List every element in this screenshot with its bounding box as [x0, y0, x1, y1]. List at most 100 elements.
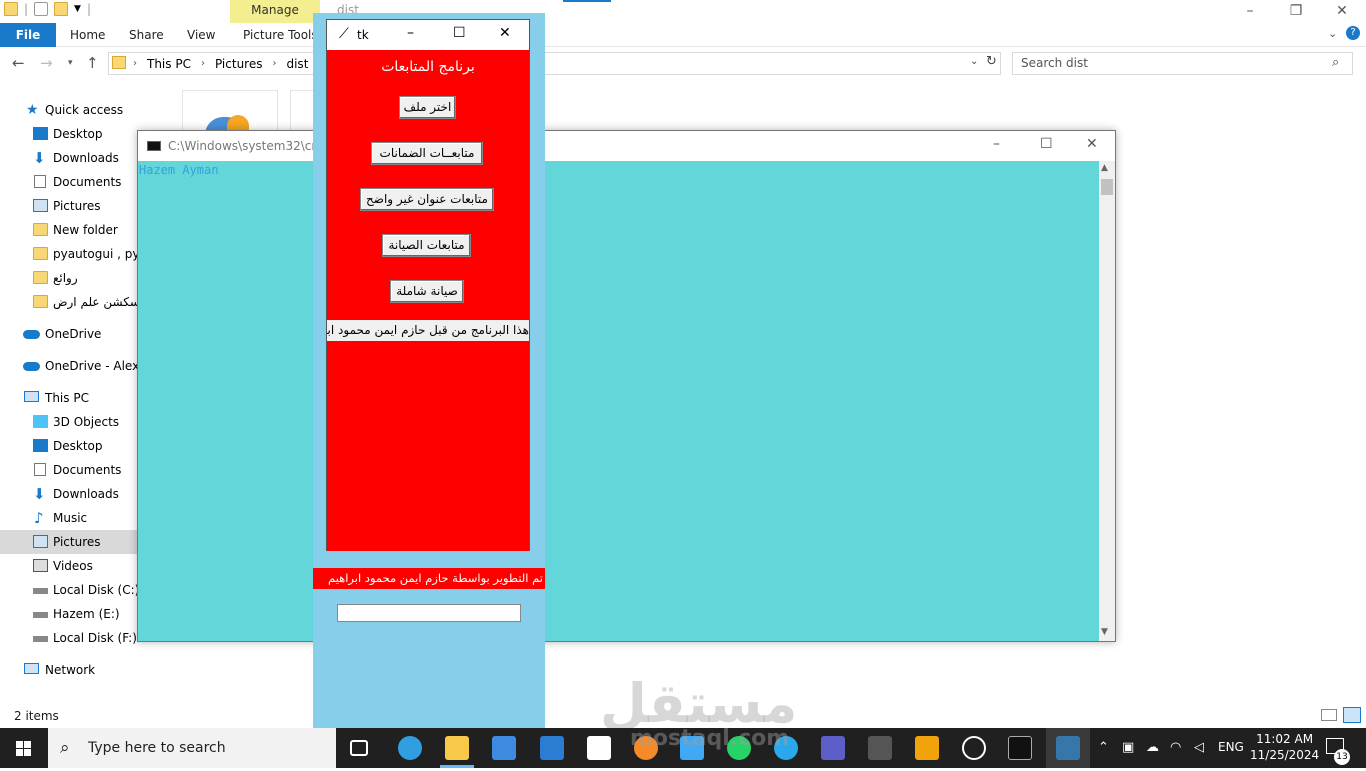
scroll-down-icon[interactable]: ▼ — [1101, 627, 1108, 637]
credit-label: هذا البرنامج من قبل حازم ايمن محمود ابرا… — [327, 320, 529, 341]
camera-icon[interactable]: ▣ — [1122, 740, 1134, 755]
details-view-icon[interactable] — [1321, 709, 1337, 721]
cmd-scrollbar[interactable]: ▲ ▼ — [1099, 161, 1115, 641]
tab-picture-tools[interactable]: Picture Tools — [243, 23, 318, 47]
qat-dropdown-icon[interactable]: ▼ — [74, 4, 81, 14]
clock-date: 11/25/2024 — [1250, 748, 1320, 762]
volume-icon[interactable]: ◁ — [1194, 740, 1204, 755]
cmd-output: Hazem Ayman — [139, 163, 219, 177]
folder-icon — [4, 2, 18, 16]
address-dropdown-icon[interactable]: ⌄ — [970, 56, 978, 67]
tk-body: برنامج المتابعات اختر ملف متابعــات الضم… — [327, 50, 529, 551]
desktop-icon — [33, 439, 48, 452]
warranty-followup-button[interactable]: متابعــات الضمانات — [371, 142, 483, 165]
nav-network[interactable]: Network — [0, 658, 162, 682]
task-view-icon[interactable] — [350, 740, 368, 756]
nav-label: Documents — [53, 463, 122, 477]
tab-share[interactable]: Share — [129, 23, 164, 47]
cmd-close-button[interactable]: ✕ — [1086, 136, 1098, 152]
cmd-window[interactable]: C:\Windows\system32\cmd – ☐ ✕ Hazem Ayma… — [137, 130, 1116, 642]
ribbon-expand-icon[interactable]: ⌄ — [1328, 27, 1337, 40]
app-icon[interactable] — [868, 736, 892, 760]
tk-titlebar[interactable]: ⟋ tk – ☐ ✕ — [327, 20, 529, 50]
nav-label: Pictures — [53, 199, 101, 213]
search-input[interactable]: Search dist — [1012, 52, 1353, 75]
tk-close-button[interactable]: ✕ — [499, 25, 511, 41]
unclear-address-button[interactable]: متابعات عنوان غير واضح — [360, 188, 494, 211]
close-button[interactable]: ✕ — [1319, 0, 1365, 23]
tray-overflow-icon[interactable]: ⌃ — [1098, 740, 1109, 755]
file-explorer-icon[interactable] — [445, 736, 469, 760]
nav-label: Quick access — [45, 103, 124, 117]
file-thumbnail[interactable] — [182, 90, 278, 135]
music-icon: ♪ — [34, 509, 44, 527]
breadcrumb-dist[interactable]: dist — [286, 57, 308, 71]
nav-label: This PC — [45, 391, 89, 405]
file-thumbnail[interactable] — [290, 90, 314, 134]
cmd-console[interactable] — [138, 161, 1099, 641]
large-icons-view-icon[interactable] — [1343, 707, 1361, 723]
new-folder-icon[interactable] — [54, 2, 69, 16]
maintenance-followup-button[interactable]: متابعات الصيانة — [382, 234, 471, 257]
store-icon[interactable] — [492, 736, 516, 760]
manage-tab[interactable]: Manage — [230, 0, 320, 23]
tk-minimize-button[interactable]: – — [407, 25, 414, 41]
onedrive-icon[interactable]: ☁ — [1146, 740, 1159, 755]
clock[interactable]: 11:02 AM 11/25/2024 — [1250, 731, 1319, 763]
download-icon: ⬇ — [33, 149, 46, 167]
documents-icon — [34, 175, 46, 188]
search-icon[interactable]: ⌕ — [1332, 55, 1339, 70]
media-player-icon[interactable] — [962, 736, 986, 760]
watermark-latin: mostaql.com — [630, 726, 790, 751]
forward-icon[interactable]: → — [40, 54, 53, 72]
wifi-icon[interactable]: ◠ — [1170, 740, 1181, 755]
app-icon[interactable] — [915, 736, 939, 760]
minimize-button[interactable]: – — [1227, 0, 1273, 23]
tk-window[interactable]: ⟋ tk – ☐ ✕ برنامج المتابعات اختر ملف متا… — [326, 19, 530, 551]
back-icon[interactable]: ← — [12, 54, 25, 72]
teams-icon[interactable] — [821, 736, 845, 760]
tab-home[interactable]: Home — [70, 23, 105, 47]
edge-icon[interactable] — [398, 736, 422, 760]
breadcrumb-pictures[interactable]: Pictures — [215, 57, 263, 71]
tk-title: tk — [357, 28, 369, 42]
language-indicator[interactable]: ENG — [1218, 740, 1244, 754]
videos-icon — [33, 559, 48, 572]
python-icon[interactable] — [1056, 736, 1080, 760]
nav-label: Pictures — [53, 535, 101, 549]
scroll-thumb[interactable] — [1101, 179, 1113, 195]
cmd-titlebar[interactable]: C:\Windows\system32\cmd – ☐ ✕ — [138, 131, 1115, 161]
address-bar[interactable]: › This PC › Pictures › dist › — [108, 52, 1001, 75]
notification-badge: 13 — [1334, 749, 1350, 765]
breadcrumb-this-pc[interactable]: This PC — [147, 57, 191, 71]
app-icon[interactable] — [587, 736, 611, 760]
full-maintenance-button[interactable]: صيانة شاملة — [390, 280, 464, 303]
nav-quick-access[interactable]: ★ Quick access — [0, 98, 162, 122]
nav-label: Desktop — [53, 439, 103, 453]
taskbar-search[interactable]: Type here to search — [48, 728, 336, 768]
console-icon — [147, 141, 161, 151]
text-entry[interactable] — [337, 604, 521, 622]
start-button[interactable] — [0, 728, 48, 768]
pictures-icon — [33, 199, 48, 212]
choose-file-button[interactable]: اختر ملف — [399, 96, 456, 119]
up-icon[interactable]: ↑ — [86, 54, 99, 72]
drive-icon — [33, 588, 48, 594]
scroll-up-icon[interactable]: ▲ — [1101, 163, 1108, 173]
tk-maximize-button[interactable]: ☐ — [453, 25, 466, 41]
drive-icon — [33, 636, 48, 642]
refresh-icon[interactable]: ↻ — [986, 54, 997, 69]
help-icon[interactable]: ? — [1346, 26, 1360, 40]
cmd-taskbar-icon[interactable] — [1008, 736, 1032, 760]
properties-icon[interactable] — [34, 2, 49, 16]
nav-label: OneDrive — [45, 327, 102, 341]
tab-file[interactable]: File — [0, 23, 56, 47]
cloud-icon — [23, 362, 40, 371]
tab-view[interactable]: View — [187, 23, 215, 47]
pictures-icon — [33, 535, 48, 548]
cmd-minimize-button[interactable]: – — [993, 136, 1000, 152]
maximize-button[interactable]: ❐ — [1273, 0, 1319, 23]
cmd-maximize-button[interactable]: ☐ — [1040, 136, 1053, 152]
mail-icon[interactable] — [540, 736, 564, 760]
recent-locations-icon[interactable]: ▾ — [68, 58, 73, 68]
